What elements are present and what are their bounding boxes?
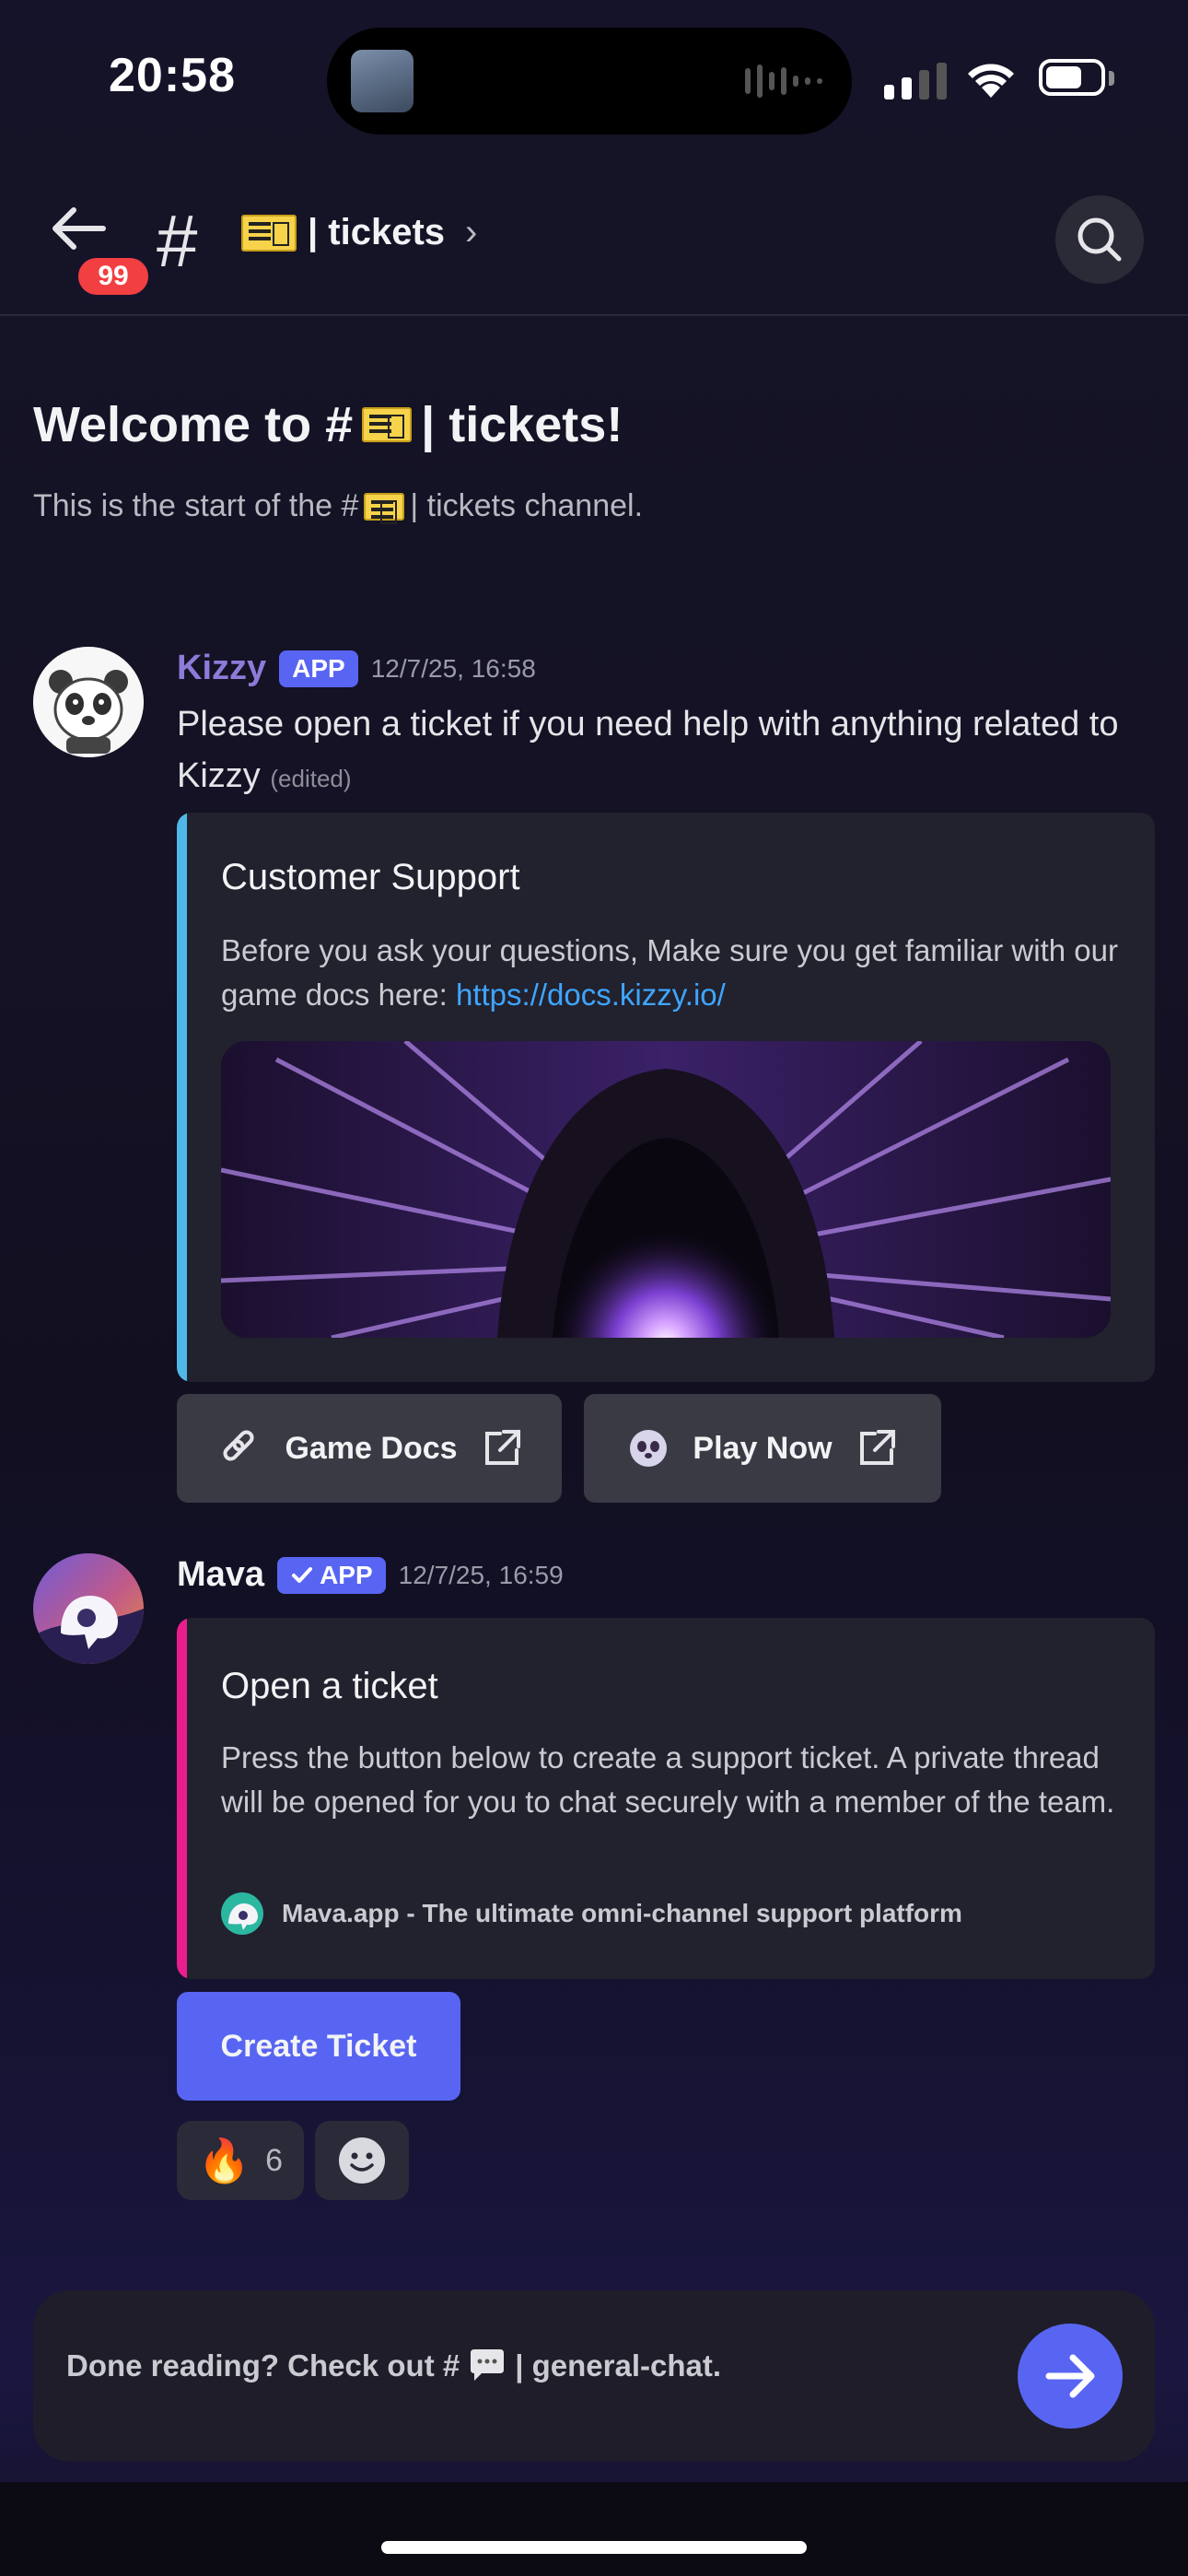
play-now-label: Play Now bbox=[693, 1430, 833, 1466]
docs-link[interactable]: https://docs.kizzy.io/ bbox=[456, 978, 726, 1012]
edited-label: (edited) bbox=[270, 765, 352, 792]
welcome-title-prefix: Welcome to # bbox=[33, 397, 354, 452]
kizzy-emoji-icon bbox=[630, 1430, 668, 1467]
embed-description: Before you ask your questions, Make sure… bbox=[221, 929, 1124, 1017]
audio-waveform-icon bbox=[745, 64, 822, 98]
verified-app-tag: APP bbox=[277, 1556, 386, 1594]
embed-title: Open a ticket bbox=[221, 1666, 438, 1706]
embed-description: Press the button below to create a suppo… bbox=[221, 1740, 1115, 1819]
status-bar: 20:58 bbox=[0, 0, 1188, 157]
back-arrow-icon bbox=[52, 207, 106, 250]
embed-open-ticket: Open a ticket Press the button below to … bbox=[177, 1618, 1155, 1979]
external-link-icon bbox=[484, 1430, 520, 1465]
search-icon bbox=[1077, 217, 1122, 262]
message-header: Mava APP 12/7/25, 16:59 bbox=[177, 1555, 564, 1595]
channel-hash-icon: # bbox=[157, 200, 198, 282]
status-time: 20:58 bbox=[109, 49, 236, 102]
play-now-button[interactable]: Play Now bbox=[584, 1394, 941, 1503]
footer-prefix: Done reading? Check out # bbox=[66, 2348, 460, 2383]
embed-banner-image bbox=[221, 1041, 1111, 1338]
read-only-notice-bar: Done reading? Check out # | general-chat… bbox=[33, 2290, 1155, 2462]
footer-notice: Done reading? Check out # | general-chat… bbox=[66, 2348, 721, 2384]
wifi-icon bbox=[968, 64, 1014, 98]
embed-accent-bar bbox=[177, 813, 187, 1382]
message-timestamp: 12/7/25, 16:58 bbox=[370, 653, 536, 683]
external-link-icon bbox=[859, 1430, 895, 1465]
app-tag: APP bbox=[279, 650, 358, 687]
bottom-safe-area bbox=[0, 2482, 1188, 2576]
link-icon bbox=[223, 1430, 254, 1461]
app-tag-label: APP bbox=[292, 653, 345, 683]
panda-avatar-icon bbox=[33, 647, 144, 757]
embed-footer: Mava.app - The ultimate omni-channel sup… bbox=[221, 1892, 962, 1935]
welcome-subtitle-suffix: | tickets channel. bbox=[410, 488, 644, 523]
battery-cap bbox=[1109, 71, 1114, 86]
welcome-subtitle-prefix: This is the start of the # bbox=[33, 488, 359, 523]
ticket-emoji-icon bbox=[362, 407, 413, 442]
speech-bubble-icon bbox=[471, 2349, 505, 2381]
embed-footer-text: Mava.app - The ultimate omni-channel sup… bbox=[282, 1899, 962, 1927]
unread-badge: 99 bbox=[74, 253, 153, 299]
mava-logo-icon bbox=[33, 1553, 144, 1664]
embed-title: Customer Support bbox=[221, 857, 520, 897]
checkmark-icon bbox=[292, 1566, 313, 1583]
author-name[interactable]: Mava bbox=[177, 1555, 264, 1595]
search-button[interactable] bbox=[1055, 195, 1144, 284]
home-indicator[interactable] bbox=[381, 2541, 807, 2554]
battery-icon bbox=[1039, 59, 1105, 96]
add-reaction-button[interactable] bbox=[315, 2121, 409, 2200]
message-text: Please open a ticket if you need help wi… bbox=[177, 698, 1153, 804]
hooded-figure-artwork bbox=[221, 1041, 1111, 1338]
now-playing-thumbnail bbox=[351, 50, 413, 112]
smiley-icon bbox=[339, 2137, 385, 2184]
embed-customer-support: Customer Support Before you ask your que… bbox=[177, 813, 1155, 1382]
go-to-channel-button[interactable] bbox=[1018, 2324, 1123, 2429]
ticket-emoji-icon bbox=[364, 492, 405, 524]
channel-title-button[interactable]: | tickets › bbox=[241, 212, 477, 253]
chevron-right-icon: › bbox=[465, 212, 478, 252]
mava-avatar[interactable] bbox=[33, 1553, 144, 1664]
footer-channel-link[interactable]: | general-chat. bbox=[515, 2348, 721, 2383]
mava-logo-icon bbox=[221, 1892, 263, 1935]
reaction-count: 6 bbox=[265, 2142, 284, 2178]
author-name[interactable]: Kizzy bbox=[177, 649, 266, 688]
create-ticket-button[interactable]: Create Ticket bbox=[177, 1992, 460, 2101]
dynamic-island bbox=[327, 28, 852, 135]
message-header: Kizzy APP 12/7/25, 16:58 bbox=[177, 649, 536, 688]
fire-emoji-icon: 🔥 bbox=[197, 2135, 251, 2185]
ticket-emoji-icon bbox=[241, 214, 297, 252]
kizzy-avatar[interactable] bbox=[33, 647, 144, 757]
reaction-fire[interactable]: 🔥 6 bbox=[177, 2121, 304, 2200]
welcome-title: Welcome to # | tickets! bbox=[33, 396, 623, 453]
game-docs-button[interactable]: Game Docs bbox=[177, 1394, 562, 1503]
cellular-signal-icon bbox=[884, 61, 947, 100]
app-tag-label: APP bbox=[320, 1560, 373, 1589]
embed-accent-bar bbox=[177, 1618, 187, 1979]
welcome-subtitle: This is the start of the # | tickets cha… bbox=[33, 488, 643, 524]
welcome-title-suffix: | tickets! bbox=[421, 397, 623, 452]
create-ticket-label: Create Ticket bbox=[220, 2028, 417, 2064]
message-timestamp: 12/7/25, 16:59 bbox=[398, 1560, 564, 1589]
channel-header: 99 # | tickets › bbox=[0, 157, 1188, 316]
game-docs-label: Game Docs bbox=[285, 1430, 458, 1466]
arrow-right-icon bbox=[1045, 2354, 1095, 2398]
channel-title: | tickets bbox=[308, 212, 446, 252]
